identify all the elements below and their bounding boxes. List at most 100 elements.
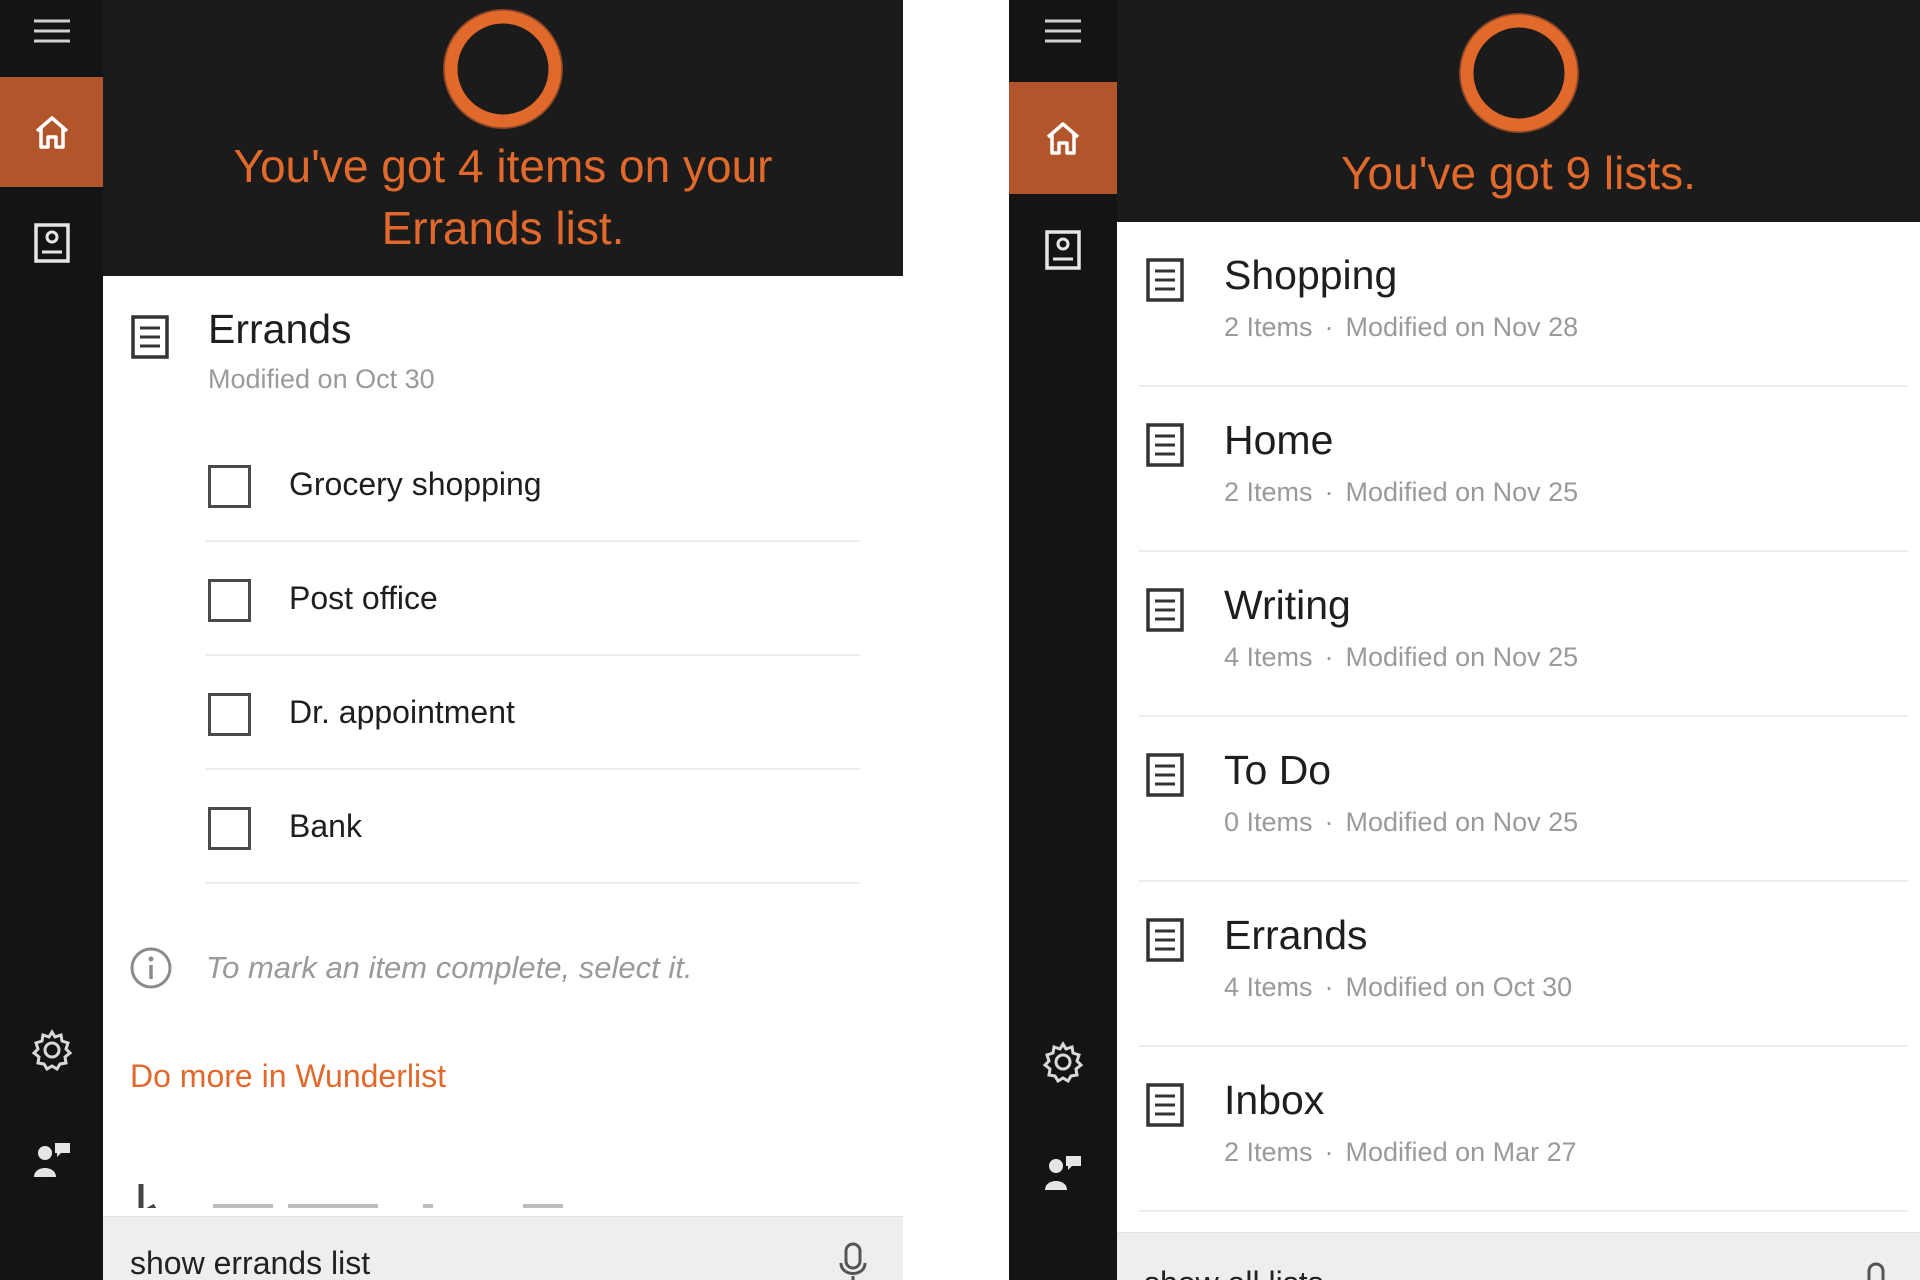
modified-date: Modified on Nov 25 <box>1345 642 1579 672</box>
task-item[interactable]: Bank <box>205 770 860 884</box>
nav-rail <box>0 0 103 1280</box>
list-name: Errands <box>1224 912 1368 958</box>
task-item[interactable]: Post office <box>205 542 860 656</box>
list-icon <box>1145 917 1185 968</box>
cortana-all-lists-panel: You've got 9 lists. Shopping 2 Items · Mod… <box>1009 0 1920 1280</box>
cortana-ring-icon <box>1458 12 1580 134</box>
task-checkbox[interactable] <box>208 807 251 850</box>
modified-date: Modified on Oct 30 <box>1345 972 1573 1002</box>
list-icon <box>1145 422 1185 473</box>
task-item[interactable]: Grocery shopping <box>205 428 860 542</box>
list-entry[interactable]: Errands 4 Items · Modified on Oct 30 <box>1117 882 1920 1047</box>
feedback-icon <box>31 1139 73 1181</box>
list-name: Shopping <box>1224 252 1398 298</box>
home-button[interactable] <box>0 77 103 187</box>
separator: · <box>1324 1137 1334 1167</box>
list-icon <box>1145 1082 1185 1133</box>
separator: · <box>1324 807 1334 837</box>
home-button[interactable] <box>1009 82 1117 194</box>
separator: · <box>1324 642 1334 672</box>
notebook-button[interactable] <box>0 205 103 280</box>
microphone-icon[interactable] <box>838 1241 868 1280</box>
task-label: Dr. appointment <box>289 694 515 730</box>
task-label: Bank <box>289 808 362 844</box>
modified-date: Modified on Nov 28 <box>1345 312 1579 342</box>
task-checkbox[interactable] <box>208 693 251 736</box>
list-entry[interactable]: Shopping 2 Items · Modified on Nov 28 <box>1117 222 1920 387</box>
item-count: 2 Items <box>1224 1137 1313 1167</box>
query-bar[interactable]: show all lists <box>1117 1232 1920 1280</box>
menu-button[interactable] <box>1009 0 1117 62</box>
list-name: To Do <box>1224 747 1332 793</box>
item-count: 0 Items <box>1224 807 1313 837</box>
item-count: 4 Items <box>1224 642 1313 672</box>
separator: · <box>1324 972 1334 1002</box>
query-text: show errands list <box>130 1245 371 1280</box>
modified-date: Modified on Nov 25 <box>1345 807 1579 837</box>
task-checkbox[interactable] <box>208 465 251 508</box>
list-meta: 2 Items · Modified on Nov 25 <box>1224 477 1578 508</box>
hint-text: To mark an item complete, select it. <box>206 950 693 985</box>
list-icon <box>1145 587 1185 638</box>
task-label: Grocery shopping <box>289 466 542 502</box>
cortana-header: You've got 9 lists. <box>1117 0 1920 222</box>
settings-button[interactable] <box>0 1015 103 1085</box>
item-count: 2 Items <box>1224 312 1313 342</box>
modified-date: Modified on Mar 27 <box>1345 1137 1577 1167</box>
notebook-button[interactable] <box>1009 212 1117 287</box>
greeting: You've got 9 lists. <box>1341 147 1696 199</box>
cortana-errands-panel: You've got 4 items on your Errands list.… <box>0 0 903 1280</box>
feedback-button[interactable] <box>0 1125 103 1195</box>
separator: · <box>1324 312 1334 342</box>
gear-icon <box>31 1029 73 1071</box>
list-name: Home <box>1224 417 1334 463</box>
separator: · <box>1324 477 1334 507</box>
greeting-line-1: You've got 4 items on your <box>233 140 773 192</box>
list-name: Inbox <box>1224 1077 1325 1123</box>
list-title: Errands <box>208 306 352 352</box>
gear-icon <box>1042 1041 1084 1083</box>
list-icon <box>1145 752 1185 803</box>
task-label: Post office <box>289 580 438 616</box>
hamburger-icon <box>32 17 72 45</box>
list-entry[interactable]: Writing 4 Items · Modified on Nov 25 <box>1117 552 1920 717</box>
list-meta: 2 Items · Modified on Nov 28 <box>1224 312 1578 343</box>
notebook-icon <box>1044 229 1082 271</box>
list-entry[interactable]: To Do 0 Items · Modified on Nov 25 <box>1117 717 1920 882</box>
query-bar[interactable]: show errands list <box>103 1216 903 1280</box>
list-meta: 0 Items · Modified on Nov 25 <box>1224 807 1578 838</box>
notebook-icon <box>33 222 71 264</box>
item-count: 2 Items <box>1224 477 1313 507</box>
list-icon <box>1145 257 1185 308</box>
list-meta: 2 Items · Modified on Mar 27 <box>1224 1137 1577 1168</box>
home-icon <box>33 114 71 150</box>
divider <box>1139 1210 1908 1212</box>
greeting-line-2: Errands list. <box>381 202 625 254</box>
nav-rail <box>1009 0 1117 1280</box>
query-text: show all lists <box>1144 1265 1324 1280</box>
info-icon <box>129 946 173 995</box>
wunderlist-link[interactable]: Do more in Wunderlist <box>130 1058 446 1095</box>
home-icon <box>1044 120 1082 156</box>
list-meta: 4 Items · Modified on Oct 30 <box>1224 972 1572 1003</box>
cortana-header: You've got 4 items on your Errands list. <box>103 0 903 276</box>
list-entry[interactable]: Inbox 2 Items · Modified on Mar 27 <box>1117 1047 1920 1212</box>
settings-button[interactable] <box>1009 1027 1117 1097</box>
task-item[interactable]: Dr. appointment <box>205 656 860 770</box>
menu-button[interactable] <box>0 0 103 62</box>
hamburger-icon <box>1043 17 1083 45</box>
list-modified-date: Modified on Oct 30 <box>208 364 435 394</box>
all-lists-card: Shopping 2 Items · Modified on Nov 28 Home… <box>1117 222 1920 1280</box>
feedback-button[interactable] <box>1009 1138 1117 1208</box>
feedback-icon <box>1042 1152 1084 1194</box>
list-entry[interactable]: Home 2 Items · Modified on Nov 25 <box>1117 387 1920 552</box>
errands-list-card: Errands Modified on Oct 30 Grocery shopp… <box>103 276 903 1280</box>
task-checkbox[interactable] <box>208 579 251 622</box>
list-meta: 4 Items · Modified on Nov 25 <box>1224 642 1578 673</box>
modified-date: Modified on Nov 25 <box>1345 477 1579 507</box>
list-icon <box>130 314 170 365</box>
list-name: Writing <box>1224 582 1351 628</box>
bing-search-peek-icon <box>133 1184 693 1208</box>
microphone-icon[interactable] <box>1861 1261 1891 1280</box>
item-count: 4 Items <box>1224 972 1313 1002</box>
